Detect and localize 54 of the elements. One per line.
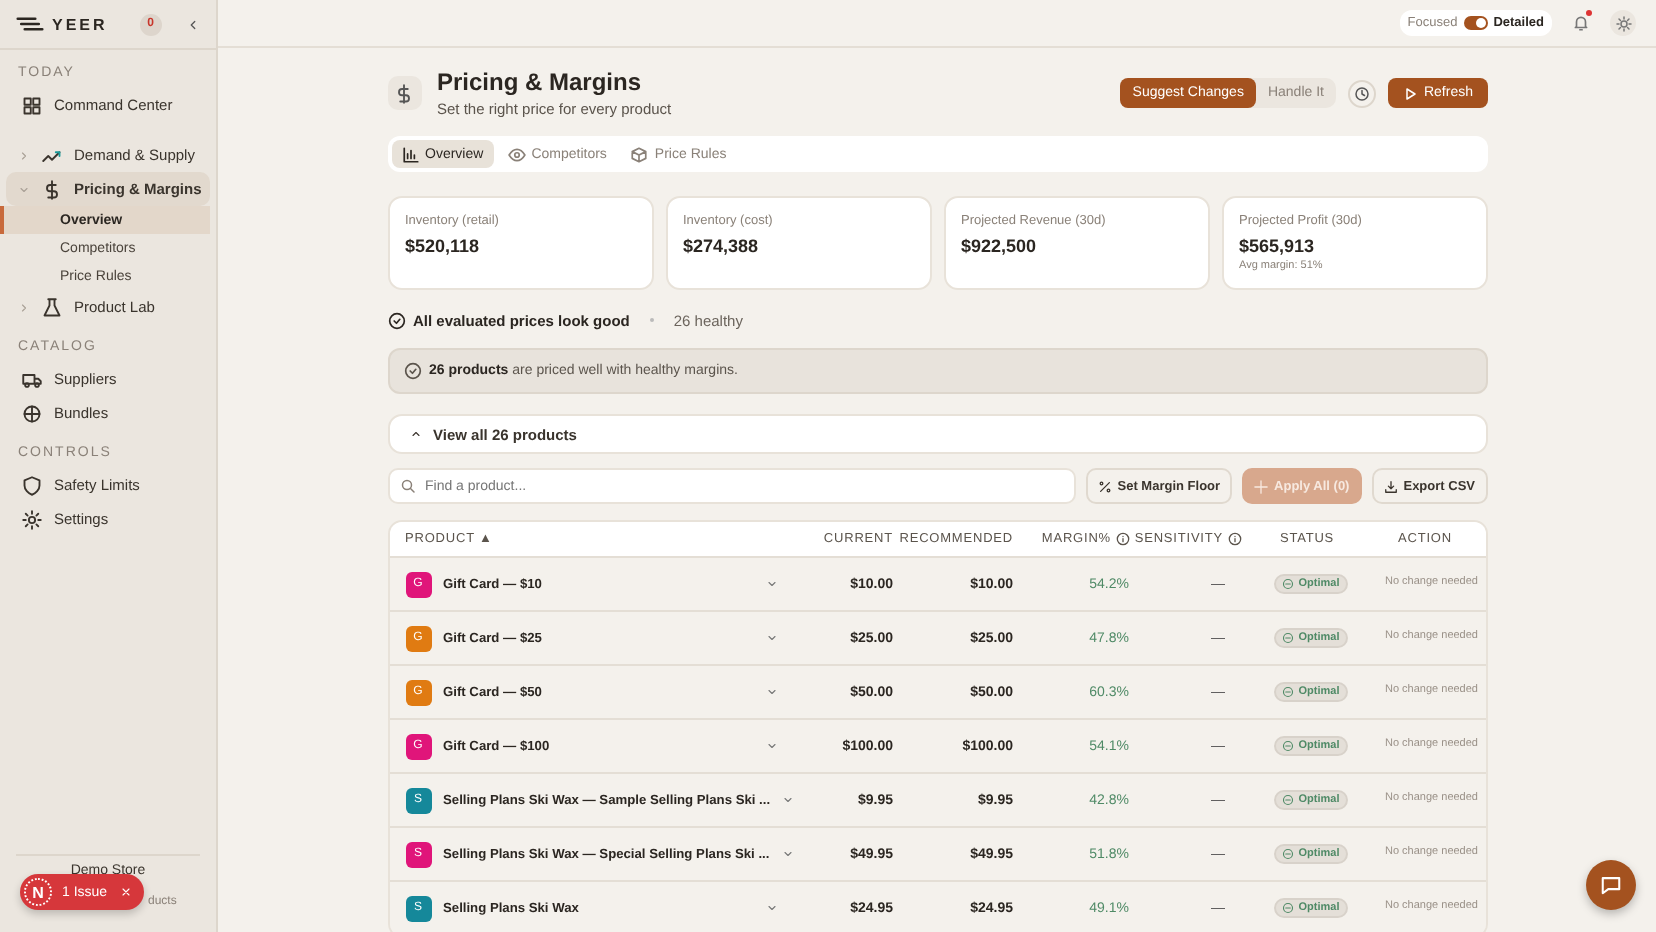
trend-icon [42, 145, 62, 165]
theme-button[interactable] [1610, 10, 1636, 36]
expand-icon [765, 632, 777, 644]
chevron-right-icon [18, 149, 30, 161]
dollar-icon [394, 83, 414, 103]
chevron-right-icon [18, 301, 30, 313]
play-icon [1401, 85, 1418, 101]
dollar-icon [42, 179, 62, 199]
box-icon [630, 145, 649, 163]
status-icon [1282, 740, 1295, 752]
status-icon [1282, 848, 1295, 860]
brand-name: YEER [52, 15, 108, 33]
metric-value: $565,913 [1239, 236, 1317, 256]
truck-icon [22, 369, 42, 389]
chevron-left-icon [186, 17, 200, 31]
shield-icon [22, 475, 42, 495]
metric-value: $922,500 [961, 236, 1039, 256]
check-circle-icon [387, 311, 405, 329]
clock-icon [1353, 85, 1370, 101]
expand-icon [765, 740, 777, 752]
chat-button[interactable] [1586, 860, 1636, 910]
percent-icon [1097, 479, 1112, 493]
status-icon [1282, 794, 1295, 806]
metric-value: $520,118 [405, 236, 482, 256]
flask-icon [42, 297, 62, 317]
grid-icon [22, 95, 42, 115]
bar-chart-icon [401, 145, 419, 163]
expand-icon [765, 578, 777, 590]
close-icon [120, 886, 132, 898]
status-icon [1282, 902, 1295, 914]
chevron-down-icon [18, 183, 30, 195]
chat-icon [1600, 874, 1622, 896]
expand-icon [765, 902, 777, 914]
history-button[interactable] [1347, 79, 1376, 107]
expand-icon [765, 686, 777, 698]
info-icon [1115, 532, 1129, 546]
gear-icon [22, 509, 42, 529]
page-title: Pricing & Margins [437, 68, 644, 96]
status-icon [1282, 578, 1295, 590]
metric-value: $274,388 [683, 236, 761, 256]
eye-icon [507, 145, 526, 163]
chevron-up-icon [409, 428, 421, 440]
bell-icon [1572, 14, 1590, 32]
expand-icon [782, 794, 795, 806]
download-icon [1383, 479, 1398, 493]
search-icon [399, 478, 415, 494]
status-icon [1282, 632, 1295, 644]
expand-icon [781, 848, 794, 860]
sun-icon [1615, 15, 1631, 31]
status-icon [1282, 686, 1295, 698]
info-icon [1227, 532, 1241, 546]
check-circle-icon [403, 362, 421, 380]
bundle-icon [22, 403, 42, 423]
logo-icon: N [24, 878, 52, 906]
